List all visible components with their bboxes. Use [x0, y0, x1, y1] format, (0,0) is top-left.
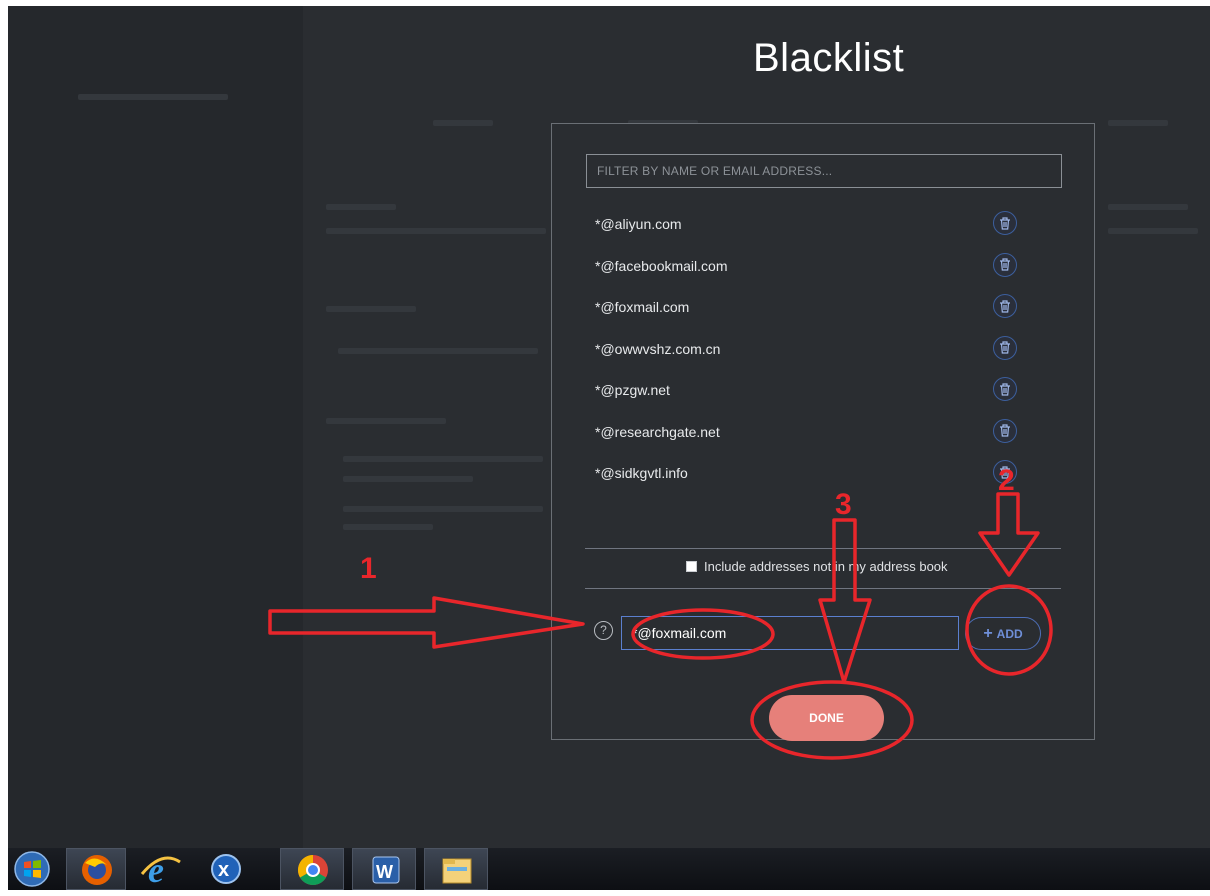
trash-icon: [1000, 341, 1010, 354]
trash-icon: [1000, 465, 1010, 479]
background-line: [1108, 204, 1188, 210]
trash-icon: [1000, 424, 1010, 437]
dialog-title: Blacklist: [753, 36, 905, 80]
trash-icon: [1000, 299, 1010, 313]
background-line: [343, 456, 543, 462]
info-icon[interactable]: ?: [594, 621, 613, 640]
file-explorer-icon[interactable]: [424, 848, 488, 890]
trash-icon: [1000, 216, 1010, 230]
background-line: [338, 348, 538, 354]
delete-entry-button[interactable]: [993, 377, 1017, 401]
blacklist-entry: *@researchgate.net: [595, 423, 720, 440]
background-line: [1108, 120, 1168, 126]
add-button-label: ADD: [996, 626, 1023, 641]
annotation-label-1: 1: [360, 552, 377, 585]
divider: [585, 588, 1061, 589]
windows-start-icon[interactable]: [8, 848, 58, 890]
add-button[interactable]: + ADD: [965, 617, 1041, 650]
internet-explorer-icon[interactable]: e: [134, 848, 190, 890]
delete-entry-button[interactable]: [993, 211, 1017, 235]
background-line: [78, 94, 228, 100]
blacklist-entry: *@sidkgvtl.info: [595, 465, 688, 481]
trash-icon: [1000, 382, 1010, 396]
arrow-1: [268, 596, 585, 649]
background-line: [326, 228, 546, 234]
svg-text:x: x: [218, 859, 229, 881]
background-line: [343, 524, 433, 530]
chrome-icon[interactable]: [280, 848, 344, 890]
svg-text:W: W: [376, 862, 393, 882]
word-icon[interactable]: W: [352, 848, 416, 890]
plus-icon: +: [983, 624, 993, 642]
svg-text:e: e: [148, 850, 164, 890]
divider: [585, 548, 1061, 549]
delete-entry-button[interactable]: [993, 294, 1017, 318]
done-button[interactable]: DONE: [769, 695, 884, 741]
background-line: [326, 418, 446, 424]
blacklist-entry: *@foxmail.com: [595, 299, 690, 315]
include-addresses-checkbox[interactable]: [686, 561, 697, 572]
include-addresses-label: Include addresses not in my address book: [704, 559, 948, 574]
windows-taskbar: e x W: [8, 848, 1210, 890]
blacklist-entry: *@pzgw.net: [595, 382, 670, 398]
delete-entry-button[interactable]: [993, 335, 1017, 360]
delete-entry-button[interactable]: [993, 460, 1017, 484]
blacklist-entry: *@owwvshz.com.cn: [595, 340, 721, 357]
background-sidebar: [8, 6, 303, 848]
firefox-icon[interactable]: [66, 848, 126, 890]
background-line: [343, 506, 543, 512]
delete-entry-button[interactable]: [993, 252, 1017, 277]
xmind-icon[interactable]: x: [198, 848, 254, 890]
trash-icon: [1000, 258, 1010, 271]
filter-input[interactable]: [586, 154, 1062, 188]
background-line: [433, 120, 493, 126]
blacklist-entry: *@facebookmail.com: [595, 257, 728, 274]
background-line: [326, 306, 416, 312]
screen: Blacklist *@aliyun.com *@facebookmail.com…: [8, 6, 1210, 848]
background-line: [1108, 228, 1198, 234]
blacklist-dialog: *@aliyun.com *@facebookmail.com *@foxmail.…: [551, 123, 1095, 741]
background-line: [326, 204, 396, 210]
background-line: [343, 476, 473, 482]
blacklist-entry: *@aliyun.com: [595, 216, 682, 232]
add-address-input[interactable]: [621, 616, 959, 650]
delete-entry-button[interactable]: [993, 418, 1017, 443]
